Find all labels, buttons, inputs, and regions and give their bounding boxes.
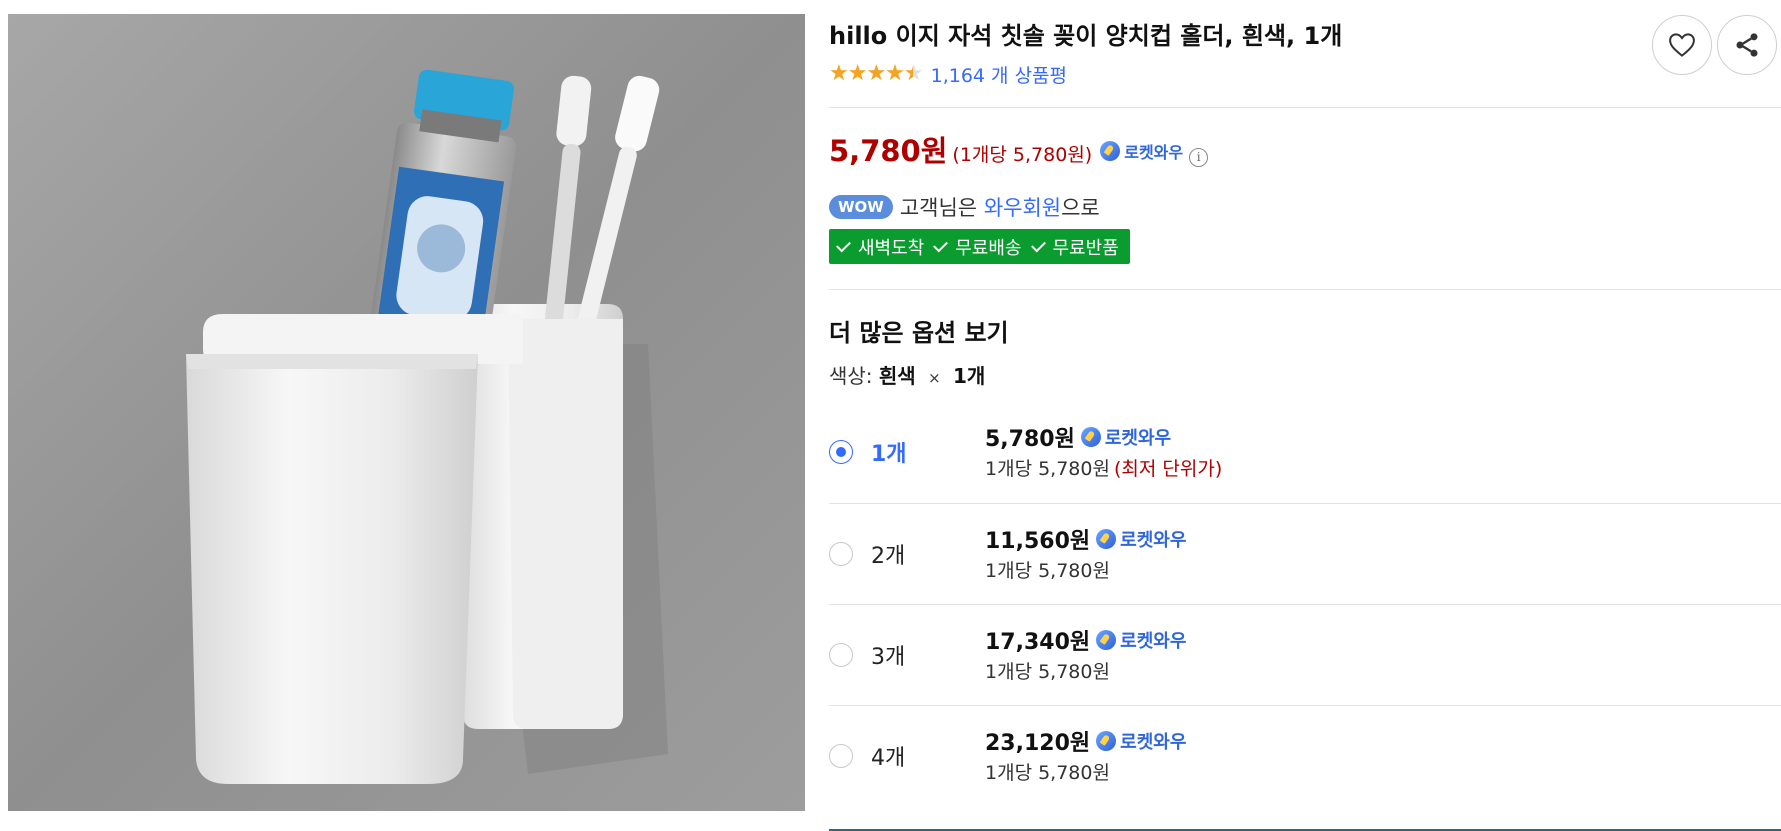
rocket-label: 로켓와우	[1120, 732, 1187, 753]
wow-member-text: 와우회원	[983, 196, 1062, 220]
option-radio[interactable]	[829, 744, 853, 768]
rocket-icon	[1080, 427, 1101, 447]
price-row: 5,780원 (1개당 5,780원) 로켓와우 i	[829, 128, 1209, 170]
option-unit-price: 1개당 5,780원	[985, 458, 1110, 480]
option-row-3[interactable]: 3개 17,340원 로켓와우 1개당 5,780원	[829, 604, 1781, 705]
review-count-link[interactable]: 1,164 개 상품평	[931, 61, 1067, 88]
info-icon[interactable]: i	[1189, 147, 1209, 167]
rating-row: ★★★★★ ★★★★★ 1,164 개 상품평	[829, 60, 1067, 88]
check-icon	[933, 237, 949, 252]
heart-icon	[1669, 33, 1695, 57]
star-fill: ★★★★★	[829, 63, 913, 85]
selection-value: 흰색	[878, 364, 916, 388]
rocket-icon	[1096, 529, 1117, 549]
wow-badge: WOW	[829, 195, 893, 219]
option-price-row: 11,560원 로켓와우	[985, 523, 1186, 555]
rocket-icon	[1100, 141, 1121, 161]
benefit-free-shipping: 무료배송	[933, 234, 1022, 260]
option-row-1[interactable]: 1개 5,780원 로켓와우 1개당 5,780원 (최저 단위가)	[829, 402, 1781, 503]
rocket-icon	[1096, 630, 1117, 650]
option-radio[interactable]	[829, 440, 853, 464]
selected-option-summary: 색상: 흰색 × 1개	[829, 360, 985, 389]
option-qty: 4개	[871, 746, 906, 771]
option-qty: 3개	[871, 645, 906, 670]
divider	[829, 107, 1781, 108]
option-unit-price-row: 1개당 5,780원	[985, 758, 1110, 785]
more-options-title: 더 많은 옵션 보기	[829, 319, 1009, 347]
option-row-2[interactable]: 2개 11,560원 로켓와우 1개당 5,780원	[829, 503, 1781, 604]
option-row-4[interactable]: 4개 23,120원 로켓와우 1개당 5,780원	[829, 705, 1781, 806]
rocket-wow-badge: 로켓와우	[1100, 139, 1183, 163]
option-price: 17,340원	[985, 630, 1091, 655]
rocket-icon	[1096, 731, 1117, 751]
rocket-wow-badge: 로켓와우	[1096, 728, 1186, 754]
favorite-button[interactable]	[1652, 15, 1712, 75]
option-unit-price-row: 1개당 5,780원 (최저 단위가)	[985, 454, 1222, 481]
rocket-label: 로켓와우	[1104, 428, 1172, 449]
benefits-badge: 새벽도착 무료배송 무료반품	[829, 229, 1130, 264]
option-qty: 2개	[871, 544, 906, 569]
option-price: 5,780원	[985, 427, 1075, 452]
product-image[interactable]	[8, 14, 805, 811]
check-icon	[836, 237, 851, 252]
rocket-wow-badge: 로켓와우	[1080, 424, 1172, 450]
product-photo-illustration	[8, 14, 805, 811]
unit-price: (1개당 5,780원)	[952, 144, 1093, 166]
share-button[interactable]	[1717, 15, 1777, 75]
rocket-label: 로켓와우	[1120, 530, 1187, 551]
option-qty: 1개	[871, 442, 907, 467]
option-price-row: 17,340원 로켓와우	[985, 624, 1186, 656]
product-info-panel: hillo 이지 자석 칫솔 꽂이 양치컵 홀더, 흰색, 1개 ★★★★★ ★…	[829, 0, 1781, 831]
product-title: hillo 이지 자석 칫솔 꽂이 양치컵 홀더, 흰색, 1개	[829, 22, 1343, 50]
option-unit-price: 1개당 5,780원	[985, 661, 1110, 683]
option-unit-price: 1개당 5,780원	[985, 762, 1110, 784]
benefit-dawn-delivery: 새벽도착	[836, 234, 925, 260]
lowest-unit-price-note: (최저 단위가)	[1113, 458, 1223, 480]
check-icon	[1030, 237, 1046, 252]
share-icon	[1736, 33, 1758, 57]
wow-prefix: 고객님은	[899, 196, 984, 220]
option-price-row: 5,780원 로켓와우	[985, 421, 1171, 453]
rocket-wow-badge: 로켓와우	[1096, 627, 1186, 653]
rocket-wow-badge: 로켓와우	[1096, 526, 1186, 552]
wow-member-row: WOW 고객님은 와우회원 으로	[829, 192, 1100, 222]
sale-price: 5,780원	[829, 134, 948, 168]
option-price-row: 23,120원 로켓와우	[985, 725, 1186, 757]
option-unit-price-row: 1개당 5,780원	[985, 556, 1110, 583]
selection-label: 색상:	[829, 364, 873, 388]
rocket-label: 로켓와우	[1124, 143, 1184, 162]
benefit-label: 새벽도착	[858, 237, 925, 259]
option-unit-price-row: 1개당 5,780원	[985, 657, 1110, 684]
benefit-label: 무료반품	[1052, 237, 1119, 259]
benefit-label: 무료배송	[955, 237, 1022, 259]
times-symbol: ×	[928, 369, 941, 387]
option-radio[interactable]	[829, 542, 853, 566]
option-unit-price: 1개당 5,780원	[985, 560, 1110, 582]
option-price: 11,560원	[985, 529, 1091, 554]
rocket-label: 로켓와우	[1120, 631, 1187, 652]
benefit-free-return: 무료반품	[1030, 234, 1119, 260]
wow-suffix: 으로	[1061, 196, 1100, 220]
star-rating: ★★★★★ ★★★★★	[829, 63, 924, 85]
option-price: 23,120원	[985, 731, 1091, 756]
option-radio[interactable]	[829, 643, 853, 667]
divider	[829, 289, 1781, 290]
selection-qty: 1개	[953, 364, 986, 388]
